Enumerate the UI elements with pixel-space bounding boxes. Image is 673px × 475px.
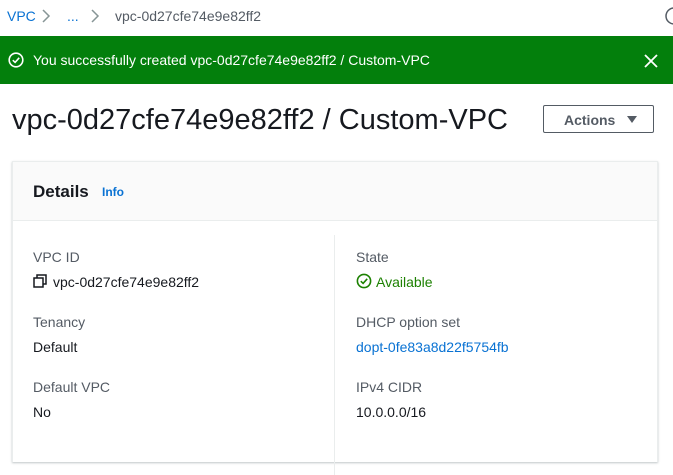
details-header: Details Info — [13, 162, 657, 221]
caret-down-icon — [627, 116, 637, 123]
default-vpc-label: Default VPC — [33, 379, 111, 395]
tenancy-label: Tenancy — [33, 314, 86, 330]
page-title: vpc-0d27cfe74e9e82ff2 / Custom-VPC — [12, 104, 508, 136]
chevron-right-icon — [91, 9, 100, 23]
state-label: State — [356, 249, 389, 265]
actions-dropdown-button[interactable]: Actions — [543, 105, 654, 133]
dhcp-option-set-label: DHCP option set — [356, 314, 461, 330]
copy-icon[interactable] — [33, 274, 47, 288]
default-vpc-value: No — [33, 404, 51, 420]
info-link[interactable]: Info — [102, 185, 124, 199]
breadcrumb-ellipsis[interactable]: ... — [67, 8, 79, 24]
flash-message: You successfully created vpc-0d27cfe74e9… — [33, 52, 430, 68]
vpc-id-label: VPC ID — [33, 249, 80, 265]
tenancy-value: Default — [33, 339, 78, 355]
breadcrumb: VPC ... vpc-0d27cfe74e9e82ff2 — [0, 0, 673, 34]
ipv4-cidr-value: 10.0.0.0/16 — [356, 404, 427, 420]
breadcrumb-vpc-link[interactable]: VPC — [7, 8, 36, 24]
dhcp-option-set-link[interactable]: dopt-0fe83a8d22f5754fb — [356, 339, 509, 355]
details-panel: Details Info VPC ID vpc-0d27cfe74e9e82ff… — [12, 161, 658, 475]
column-divider — [334, 235, 335, 475]
chevron-right-icon — [42, 9, 51, 23]
close-icon[interactable] — [643, 53, 659, 69]
status-available-icon — [356, 273, 372, 289]
actions-button-label: Actions — [564, 112, 616, 128]
help-circle-icon[interactable] — [664, 6, 673, 26]
success-flash-banner: You successfully created vpc-0d27cfe74e9… — [0, 36, 673, 84]
state-value: Available — [376, 274, 433, 290]
ipv4-cidr-label: IPv4 CIDR — [356, 379, 423, 395]
details-title: Details — [33, 182, 89, 201]
vpc-id-value: vpc-0d27cfe74e9e82ff2 — [53, 274, 200, 290]
breadcrumb-current: vpc-0d27cfe74e9e82ff2 — [115, 8, 262, 24]
check-circle-icon — [8, 52, 24, 68]
